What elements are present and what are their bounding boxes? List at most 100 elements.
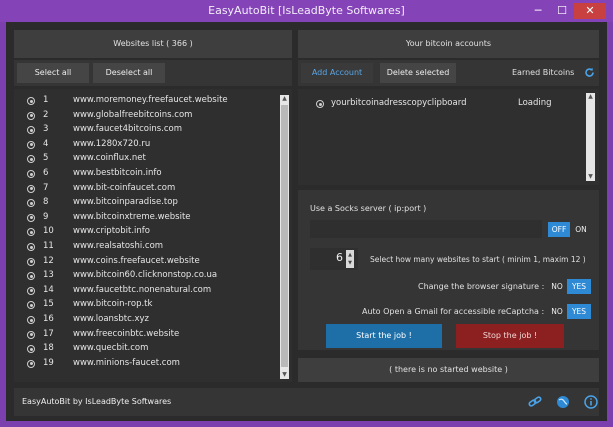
website-radio[interactable] — [27, 272, 35, 281]
website-radio[interactable] — [27, 359, 35, 368]
website-url: www.bit-coinfaucet.com — [73, 182, 176, 193]
website-url: www.bitcoin-rop.tk — [73, 299, 153, 310]
globe-icon[interactable] — [556, 395, 570, 409]
socks-on-toggle[interactable]: ON — [571, 222, 591, 237]
website-row[interactable]: 10 www.criptobit.info — [14, 225, 276, 239]
website-row[interactable]: 17 www.freecoinbtc.website — [14, 328, 276, 342]
minimize-button[interactable]: ─ — [528, 3, 548, 19]
website-row[interactable]: 4 www.1280x720.ru — [14, 138, 276, 152]
website-row[interactable]: 18 www.quecbit.com — [14, 342, 276, 356]
accounts-scrollbar[interactable]: ▲ ▼ — [586, 93, 595, 181]
stepper-down-icon[interactable]: ▼ — [346, 259, 354, 267]
website-radio[interactable] — [27, 286, 35, 295]
website-number: 16 — [43, 314, 54, 324]
website-url: www.globalfreebitcoins.com — [73, 109, 193, 120]
website-url: www.loansbtc.xyz — [73, 314, 149, 324]
website-number: 4 — [43, 138, 49, 149]
website-row[interactable]: 15 www.bitcoin-rop.tk — [14, 298, 276, 312]
websites-list[interactable]: 1 www.moremoney.freefaucet.website 2 www… — [14, 89, 292, 382]
website-number: 2 — [43, 109, 49, 120]
website-number: 1 — [43, 95, 49, 105]
websites-count-stepper[interactable]: 6 ▲ ▼ — [310, 248, 358, 270]
website-radio[interactable] — [27, 155, 35, 164]
website-row[interactable]: 1 www.moremoney.freefaucet.website — [14, 94, 276, 108]
website-radio[interactable] — [27, 228, 35, 237]
website-radio[interactable] — [27, 199, 35, 208]
website-radio[interactable] — [27, 301, 35, 310]
website-url: www.coins.freefaucet.website — [73, 255, 200, 266]
website-url: www.faucet4bitcoins.com — [73, 124, 183, 135]
website-radio[interactable] — [27, 126, 35, 135]
scrollbar-thumb[interactable] — [281, 105, 288, 367]
scroll-down-icon[interactable]: ▼ — [280, 371, 289, 379]
website-url: www.bitcoinparadise.top — [73, 197, 178, 208]
website-radio[interactable] — [27, 257, 35, 266]
website-radio[interactable] — [27, 140, 35, 149]
website-number: 15 — [43, 299, 54, 310]
website-row[interactable]: 8 www.bitcoinparadise.top — [14, 196, 276, 210]
website-number: 6 — [43, 168, 49, 178]
maximize-button[interactable]: ☐ — [552, 3, 572, 19]
website-row[interactable]: 13 www.bitcoin60.clicknonstop.co.ua — [14, 269, 276, 283]
website-number: 12 — [43, 255, 54, 266]
info-icon[interactable] — [584, 395, 598, 409]
gmail-no-toggle[interactable]: NO — [548, 304, 566, 319]
website-url: www.coinflux.net — [73, 153, 146, 164]
website-row[interactable]: 12 www.coins.freefaucet.website — [14, 255, 276, 269]
websites-scrollbar[interactable]: ▲ ▼ — [280, 95, 289, 379]
deselect-all-button[interactable]: Deselect all — [93, 63, 165, 83]
websites-count-value: 6 — [336, 251, 343, 264]
website-row[interactable]: 14 www.faucetbtc.nonenatural.com — [14, 284, 276, 298]
title-bar[interactable]: EasyAutoBit [IsLeadByte Softwares] ─ ☐ ✕ — [0, 0, 613, 22]
website-row[interactable]: 6 www.bestbitcoin.info — [14, 167, 276, 181]
website-number: 17 — [43, 328, 54, 339]
website-row[interactable]: 19 www.minions-faucet.com — [14, 357, 276, 371]
account-radio[interactable] — [316, 100, 324, 108]
link-icon[interactable] — [528, 395, 542, 409]
accounts-toolbar: Add Account Delete selected Earned Bitco… — [298, 60, 599, 86]
website-row[interactable]: 11 www.realsatoshi.com — [14, 240, 276, 254]
website-row[interactable]: 16 www.loansbtc.xyz — [14, 313, 276, 327]
stop-job-button[interactable]: Stop the job ! — [456, 324, 564, 348]
gmail-yes-toggle[interactable]: YES — [567, 304, 591, 319]
websites-header: Websites list ( 366 ) — [14, 30, 292, 58]
close-button[interactable]: ✕ — [574, 3, 606, 19]
website-row[interactable]: 7 www.bit-coinfaucet.com — [14, 182, 276, 196]
account-row[interactable]: yourbitcoinadresscopyclipboard Loading — [298, 97, 568, 111]
accounts-scroll-up-icon[interactable]: ▲ — [586, 93, 595, 101]
website-radio[interactable] — [27, 330, 35, 339]
accounts-scroll-down-icon[interactable]: ▼ — [586, 173, 595, 181]
socks-off-toggle[interactable]: OFF — [548, 222, 570, 237]
website-url: www.criptobit.info — [73, 226, 150, 237]
website-radio[interactable] — [27, 97, 35, 105]
website-number: 13 — [43, 270, 54, 281]
website-row[interactable]: 2 www.globalfreebitcoins.com — [14, 109, 276, 123]
website-url: www.1280x720.ru — [73, 138, 151, 149]
footer-brand: EasyAutoBit by IsLeadByte Softwares — [22, 397, 172, 406]
website-radio[interactable] — [27, 170, 35, 178]
website-radio[interactable] — [27, 184, 35, 193]
website-url: www.faucetbtc.nonenatural.com — [73, 284, 212, 295]
website-radio[interactable] — [27, 213, 35, 222]
delete-selected-button[interactable]: Delete selected — [380, 63, 456, 83]
website-row[interactable]: 5 www.coinflux.net — [14, 152, 276, 166]
refresh-icon[interactable] — [584, 67, 595, 78]
add-account-button[interactable]: Add Account — [301, 63, 373, 83]
select-all-button[interactable]: Select all — [17, 63, 89, 83]
stepper-arrows[interactable]: ▲ ▼ — [346, 250, 354, 268]
website-radio[interactable] — [27, 345, 35, 354]
website-row[interactable]: 3 www.faucet4bitcoins.com — [14, 123, 276, 137]
website-radio[interactable] — [27, 111, 35, 120]
stepper-up-icon[interactable]: ▲ — [346, 251, 354, 259]
start-job-button[interactable]: Start the job ! — [326, 324, 442, 348]
signature-no-toggle[interactable]: NO — [548, 279, 566, 294]
website-number: 7 — [43, 182, 49, 193]
footer-bar: EasyAutoBit by IsLeadByte Softwares — [14, 388, 599, 416]
scroll-up-icon[interactable]: ▲ — [280, 95, 289, 103]
accounts-list[interactable]: yourbitcoinadresscopyclipboard Loading ▲… — [298, 89, 599, 185]
website-radio[interactable] — [27, 243, 35, 251]
socks-input[interactable] — [310, 220, 542, 238]
signature-yes-toggle[interactable]: YES — [567, 279, 591, 294]
website-radio[interactable] — [27, 316, 35, 324]
website-row[interactable]: 9 www.bitcoinxtreme.website — [14, 211, 276, 225]
